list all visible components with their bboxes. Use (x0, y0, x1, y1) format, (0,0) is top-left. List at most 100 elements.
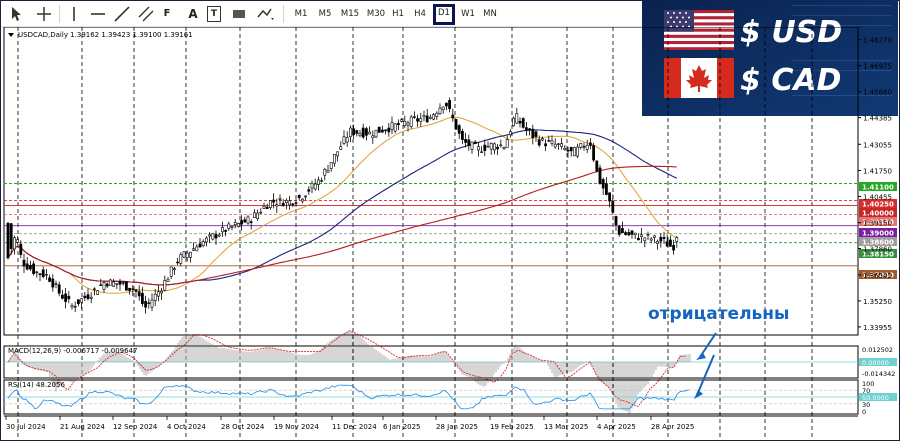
price-label: 1.33955 (863, 324, 892, 332)
fibonacci-icon[interactable]: F (159, 5, 175, 23)
candle-body (329, 162, 333, 169)
candle-body (512, 117, 516, 127)
macd-scale-label: 0.00000 (862, 359, 889, 367)
trendline-icon[interactable] (113, 5, 131, 23)
candle-body (323, 168, 327, 176)
candle-body (624, 232, 628, 235)
timeframe-m15[interactable]: M15 (339, 5, 361, 23)
date-label: 28 Apr 2025 (651, 423, 694, 431)
candle-body (579, 143, 583, 148)
candle-body (128, 287, 132, 291)
timeframe-h1[interactable]: H1 (390, 5, 406, 23)
date-label: 19 Nov 2024 (274, 423, 319, 431)
candle-body (483, 144, 487, 151)
candle-body (614, 216, 618, 225)
candle-body (553, 143, 557, 148)
timeframe-m30[interactable]: M30 (365, 5, 387, 23)
crosshair-icon[interactable] (35, 5, 53, 23)
equidistant-channel-icon[interactable] (137, 5, 155, 23)
candle-body (620, 228, 624, 234)
candle-body (16, 239, 20, 243)
candle-body (563, 147, 567, 150)
candle-body (253, 212, 256, 218)
candle-body (246, 216, 250, 224)
date-label: 6 Jan 2025 (383, 423, 421, 431)
candle-body (387, 127, 391, 133)
text-icon[interactable]: A (185, 5, 201, 23)
timeframe-w1[interactable]: W1 (459, 5, 477, 23)
candle-body (237, 222, 240, 227)
candle-body (396, 123, 400, 126)
candle-body (467, 139, 471, 147)
candle-body (284, 200, 288, 204)
timeframe-mn[interactable]: MN (481, 5, 499, 23)
candle-body (166, 278, 170, 282)
candle-body (278, 198, 282, 200)
text-label-icon[interactable]: T (207, 5, 221, 23)
candle-body (470, 141, 474, 150)
candle-body (448, 100, 452, 110)
candle-body (83, 295, 87, 299)
candle-body (508, 131, 512, 136)
candle-body (348, 127, 352, 137)
candle-body (569, 146, 573, 152)
candle-body (502, 146, 506, 150)
candle-body (160, 290, 164, 294)
candle-body (524, 127, 528, 131)
toolbar-separator (59, 5, 60, 23)
candle-body (268, 200, 272, 209)
candle-body (163, 280, 167, 291)
candle-body (54, 283, 58, 285)
candle-body (438, 107, 442, 114)
candle-body (345, 137, 349, 143)
macd-scale-label: 0.012502 (862, 346, 893, 354)
date-label: 28 Jan 2025 (436, 423, 478, 431)
candle-body (80, 298, 84, 303)
candle-body (121, 282, 125, 284)
candle-body (73, 306, 77, 308)
candle-body (118, 280, 122, 285)
candle-body (272, 199, 276, 203)
cursor-arrow-icon[interactable] (7, 5, 25, 23)
candle-body (310, 182, 314, 189)
candle-body (307, 189, 311, 192)
candle-body (384, 129, 388, 132)
candle-body (304, 195, 308, 198)
candle-body (60, 294, 64, 299)
rsi-pane: RSI(14) 48.2056 1007050.0000300 (3, 379, 897, 416)
candle-body (67, 295, 71, 300)
rectangle-icon[interactable] (231, 5, 247, 23)
level-label: 1.41100 (862, 184, 894, 192)
timeframe-m5[interactable]: M5 (315, 5, 335, 23)
timeframe-d1[interactable]: D1 (433, 4, 455, 25)
date-label: 13 Mar 2025 (544, 423, 588, 431)
vertical-line-icon[interactable] (67, 5, 81, 23)
shapes-menu-icon[interactable] (255, 5, 277, 23)
collapse-arrow-icon (8, 33, 14, 37)
macd-label: MACD(12,26,9) -0.006717 -0.009647 (8, 347, 137, 355)
candle-body (102, 282, 106, 290)
candle-body (412, 116, 416, 118)
candle-body (380, 129, 384, 133)
horizontal-line-icon[interactable] (89, 5, 107, 23)
candle-body (662, 237, 666, 239)
candle-body (544, 143, 548, 147)
price-chart[interactable]: 1.411001.402501.400001.395501.390001.386… (0, 27, 900, 441)
timeframe-m1[interactable]: M1 (292, 5, 310, 23)
candle-body (153, 293, 157, 301)
candle-body (432, 114, 436, 120)
price-label: 1.41750 (863, 167, 892, 175)
candle-body (38, 273, 42, 275)
candle-body (505, 139, 509, 148)
date-label: 4 Apr 2025 (597, 423, 636, 431)
candle-body (646, 234, 650, 236)
candle-body (476, 146, 480, 151)
candle-body (44, 274, 48, 276)
candle-body (313, 183, 317, 190)
candle-body (169, 266, 173, 277)
price-label: 1.36545 (863, 272, 892, 280)
timeframe-h4[interactable]: H4 (412, 5, 428, 23)
price-label: 1.35250 (863, 298, 892, 306)
macd-scale-label: -0.014342 (862, 370, 895, 378)
candle-body (131, 288, 135, 290)
